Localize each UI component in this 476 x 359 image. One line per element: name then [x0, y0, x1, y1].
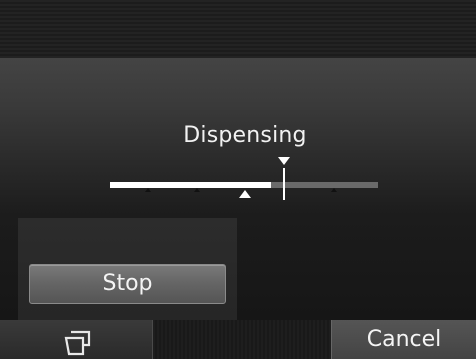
current-position-icon: [239, 190, 251, 198]
top-bar: [0, 0, 476, 58]
progress-tick: [145, 188, 151, 192]
progress-tick: [194, 188, 200, 192]
stop-button[interactable]: Stop: [29, 264, 226, 304]
progress-fill: [110, 182, 271, 188]
dispenser-screen: Dispensing Stop Cancel: [0, 0, 476, 359]
target-line: [283, 168, 285, 200]
status-label: Dispensing: [183, 123, 307, 148]
empty-nav-slot: [153, 320, 331, 359]
cups-button[interactable]: [0, 320, 153, 359]
progress-tick: [331, 188, 337, 192]
cancel-button[interactable]: Cancel: [331, 320, 476, 359]
cups-icon: [64, 330, 91, 356]
target-marker-icon: [278, 157, 290, 165]
